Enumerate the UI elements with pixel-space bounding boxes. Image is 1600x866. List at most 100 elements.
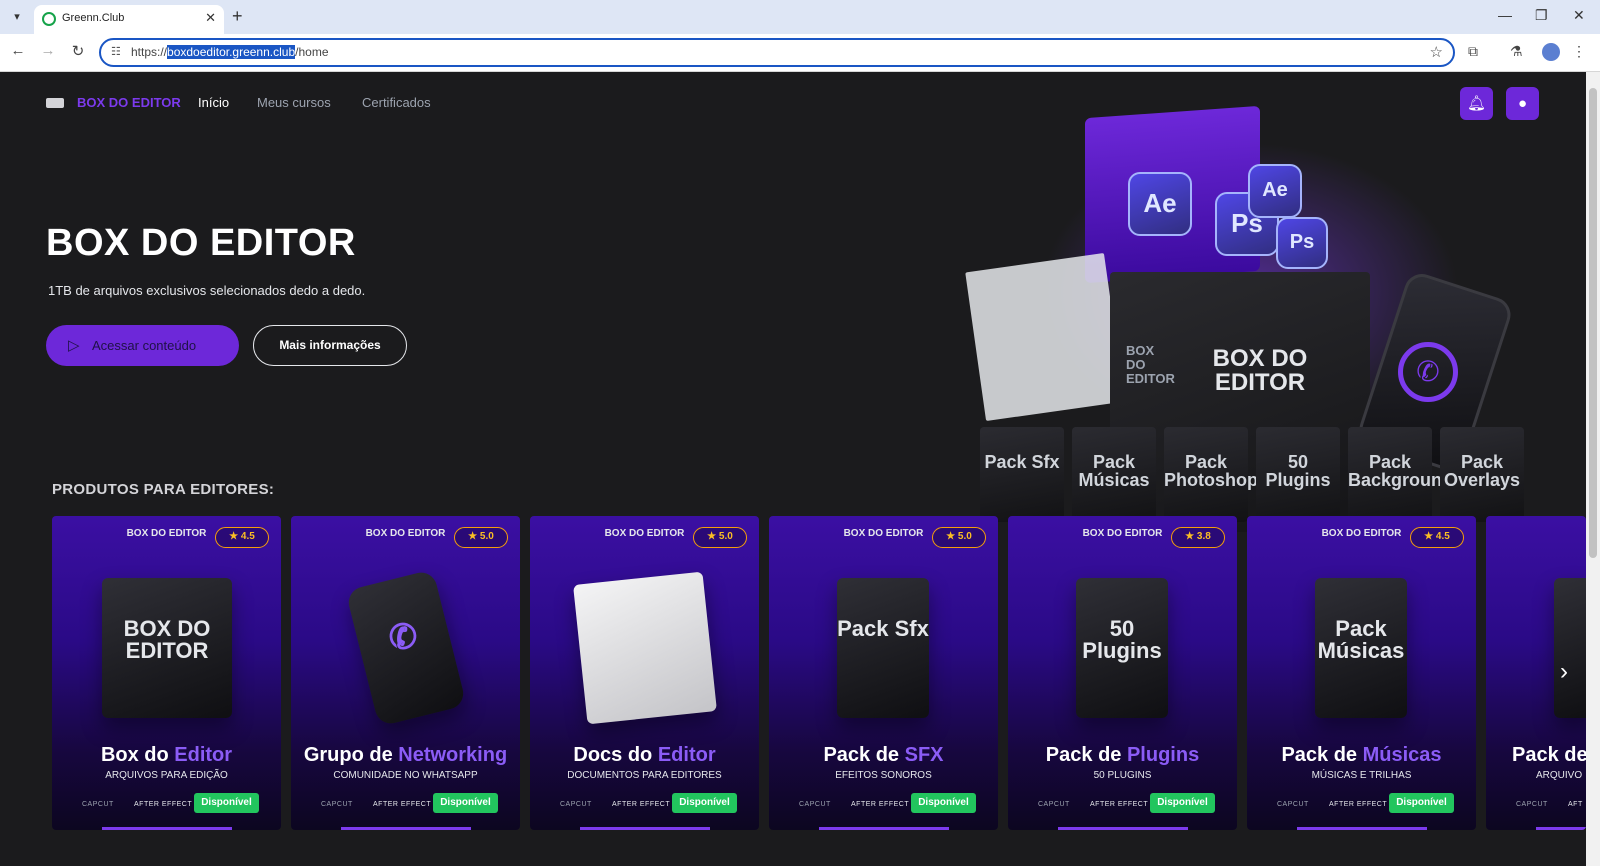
card-subtitle: EFEITOS SONOROS [835, 770, 932, 781]
card-subtitle: COMUNIDADE NO WHATSAPP [333, 770, 478, 781]
card-subtitle: DOCUMENTOS PARA EDITORES [567, 770, 722, 781]
new-tab-icon[interactable]: + [232, 6, 243, 27]
hero-box-side-label: BOX DO EDITOR [1126, 343, 1175, 386]
card-title: Pack de Plugins [1045, 744, 1200, 766]
card-tag: AFTER EFFECT [134, 801, 193, 808]
back-icon[interactable]: ← [8, 42, 28, 59]
menu-kebab-icon[interactable]: ⋮ [1572, 43, 1586, 60]
rating-badge: ★ 3.8 [1171, 527, 1225, 548]
hero-subtitle: 1TB de arquivos exclusivos selecionados … [48, 283, 366, 298]
card-progress-bar [1297, 827, 1427, 830]
site-logo[interactable] [46, 98, 64, 108]
close-tab-icon[interactable]: ✕ [205, 10, 216, 26]
section-title: PRODUTOS PARA EDITORES: [52, 481, 275, 498]
rating-badge: ★ 5.0 [454, 527, 508, 548]
access-content-label: Acessar conteúdo [92, 338, 197, 353]
url-text[interactable]: https://boxdoeditor.greenn.club/home [131, 45, 329, 59]
product-card[interactable]: BOX DO EDITOR ★ 4.5 Pack Músicas Pack de… [1247, 516, 1476, 830]
user-profile-icon[interactable]: ● [1506, 87, 1539, 120]
product-card[interactable]: BOX DO EDITOR ★ 3.8 50 Plugins Pack de P… [1008, 516, 1237, 830]
status-badge: Disponível [1389, 793, 1454, 813]
close-window-icon[interactable]: ✕ [1573, 7, 1585, 24]
status-badge: Disponível [433, 793, 498, 813]
card-image: BOX DO EDITOR [102, 578, 232, 718]
card-subtitle: 50 PLUGINS [1093, 770, 1152, 781]
after-effects-icon: Ae [1128, 172, 1192, 236]
site-info-icon[interactable]: ☷ [111, 45, 121, 58]
card-tag: AFTER EFFECT [612, 801, 671, 808]
reload-icon[interactable]: ↻ [68, 42, 88, 60]
card-progress-bar [1536, 827, 1586, 830]
nav-inicio[interactable]: Início [198, 95, 229, 110]
browser-tab-bar: ▾ Greenn.Club ✕ + — ❐ ✕ [0, 0, 1600, 34]
nav-certificados[interactable]: Certificados [362, 95, 431, 110]
card-image [1554, 578, 1586, 718]
card-title: Grupo de Networking [303, 744, 508, 766]
forward-icon[interactable]: → [38, 42, 58, 59]
card-title: Pack de Músicas [1281, 744, 1442, 766]
mini-pack: Pack Photoshop [1164, 427, 1258, 522]
mini-pack: Pack Backgrounds [1348, 427, 1463, 522]
brand-name[interactable]: BOX DO EDITOR [77, 95, 181, 110]
card-tag: CAPCUT [1516, 801, 1548, 808]
card-progress-bar [102, 827, 232, 830]
status-badge: Disponível [911, 793, 976, 813]
card-image: Pack Sfx [837, 578, 929, 718]
rating-badge: ★ 4.5 [1410, 527, 1464, 548]
photoshop-icon: Ps [1276, 217, 1328, 269]
hero-box-label: BOX DO EDITOR [1212, 345, 1308, 396]
card-progress-bar [580, 827, 710, 830]
labs-icon[interactable]: ⚗ [1510, 43, 1523, 60]
product-card[interactable]: BOX DO EDITOR ★ 4.5 BOX DO EDITOR Box do… [52, 516, 281, 830]
notifications-bell-icon[interactable]: 🔔︎ [1460, 87, 1493, 120]
product-card[interactable]: BOX DO EDITOR ★ 5.0 ✆ Grupo de Networkin… [291, 516, 520, 830]
scrollbar-thumb[interactable] [1589, 88, 1597, 558]
card-tag: AFT [1568, 801, 1583, 808]
page-scrollbar[interactable] [1586, 72, 1600, 866]
card-image: Pack Músicas [1315, 578, 1407, 718]
card-tag: CAPCUT [1277, 801, 1309, 808]
extensions-icon[interactable]: ⧉ [1468, 43, 1478, 60]
status-badge: Disponível [1150, 793, 1215, 813]
card-subtitle: MÚSICAS E TRILHAS [1311, 770, 1412, 781]
rating-badge: ★ 4.5 [215, 527, 269, 548]
mini-pack: Pack Sfx [980, 427, 1064, 522]
card-tag: CAPCUT [321, 801, 353, 808]
hero-documents [965, 252, 1125, 422]
more-info-button[interactable]: Mais informações [253, 325, 407, 366]
card-tag: CAPCUT [82, 801, 114, 808]
access-content-button[interactable]: ▷ Acessar conteúdo [46, 325, 239, 366]
tab-title: Greenn.Club [62, 12, 125, 24]
profile-avatar[interactable] [1542, 43, 1560, 61]
status-badge: Disponível [194, 793, 259, 813]
bookmark-star-icon[interactable]: ☆ [1430, 43, 1443, 61]
nav-meus-cursos[interactable]: Meus cursos [257, 95, 331, 110]
card-tag: CAPCUT [799, 801, 831, 808]
after-effects-icon: Ae [1248, 164, 1302, 218]
documents-image [573, 571, 717, 725]
status-badge: Disponível [672, 793, 737, 813]
whatsapp-icon: ✆ [1398, 342, 1458, 402]
browser-toolbar: ← → ↻ ☷ https://boxdoeditor.greenn.club/… [0, 34, 1600, 72]
carousel-next-icon[interactable]: › [1552, 658, 1576, 688]
address-bar[interactable]: ☷ https://boxdoeditor.greenn.club/home ☆ [99, 38, 1455, 67]
rating-badge: ★ 5.0 [693, 527, 747, 548]
card-tag: CAPCUT [560, 801, 592, 808]
restore-icon[interactable]: ❐ [1535, 7, 1548, 24]
minimize-icon[interactable]: — [1498, 7, 1512, 23]
card-subtitle: ARQUIVOS PARA EDIÇÃO [105, 770, 228, 781]
product-card[interactable]: BOX DO EDITOR ★ 5.0 Pack Sfx Pack de SFX… [769, 516, 998, 830]
browser-tab[interactable]: Greenn.Club ✕ [34, 5, 224, 34]
card-title: Pack de SFX [823, 744, 944, 766]
card-tag: AFTER EFFECT [1090, 801, 1149, 808]
mini-pack: 50 Plugins [1256, 427, 1340, 522]
card-title: Pack de [1512, 744, 1586, 766]
product-card[interactable]: BOX DO EDITOR ★ 5.0 Docs do Editor DOCUM… [530, 516, 759, 830]
tab-search-icon[interactable]: ▾ [8, 8, 26, 26]
mini-pack: Pack Overlays [1440, 427, 1524, 522]
rating-badge: ★ 5.0 [932, 527, 986, 548]
card-progress-bar [341, 827, 471, 830]
favicon-icon [42, 12, 56, 26]
phone-whatsapp-icon: ✆ [345, 569, 467, 727]
card-image: 50 Plugins [1076, 578, 1168, 718]
